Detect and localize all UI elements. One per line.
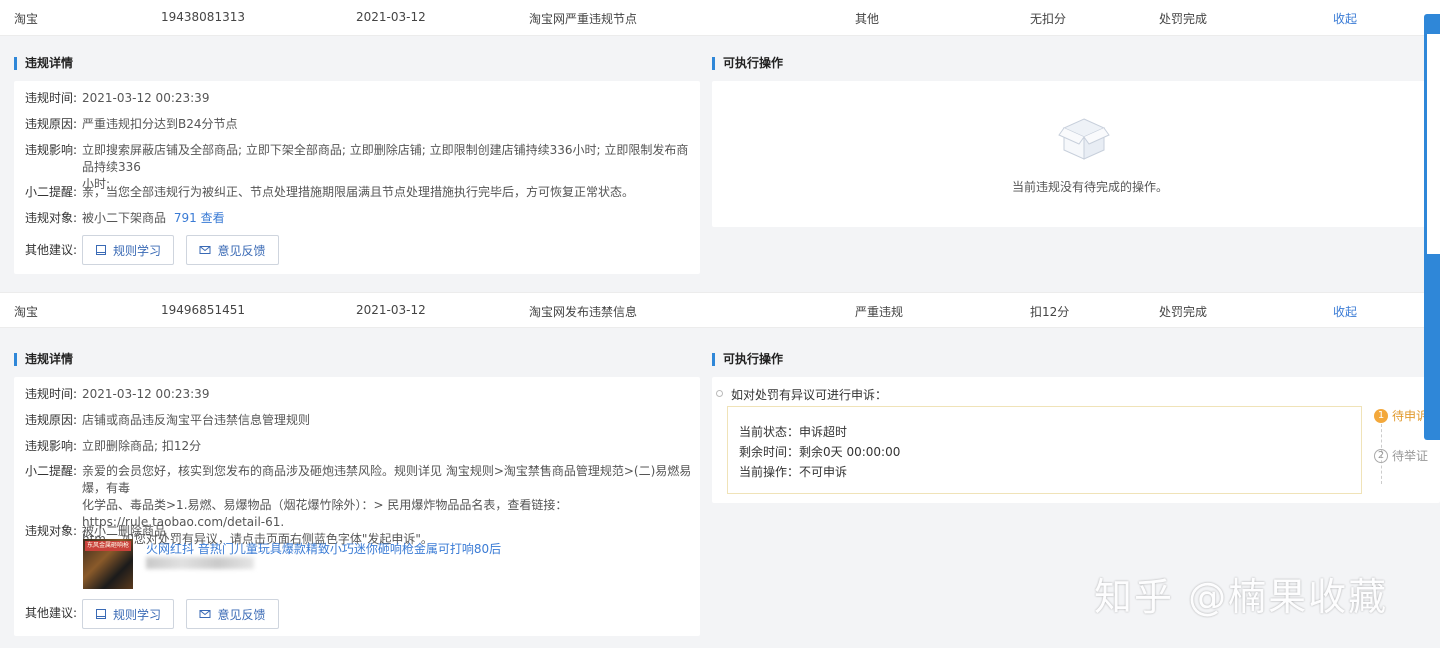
field-label: 违规原因: [25,117,78,131]
violation-time: 违规时间: 2021-03-12 00:23:39 [25,90,209,107]
collapse-link[interactable]: 收起 [1333,303,1357,320]
field-value-line: 化学品、毒品类>1.易燃、易爆物品（烟花爆竹除外）：> 民用爆炸物品品名表，查看… [82,498,568,529]
field-value: 被小二删除商品 [82,524,167,538]
field-value: 严重违规扣分达到B24分节点 [82,117,238,131]
field-value: 立即删除商品; 扣12分 [82,439,202,453]
appeal-remaining: 剩余时间：剩余0天 00:00:00 [739,445,901,459]
appeal-status: 当前状态：申诉超时 [739,425,848,439]
view-items-link[interactable]: 791 查看 [174,210,225,227]
field-label: 其他建议: [25,606,78,620]
field-value: 亲，当您全部违规行为被纠正、节点处理措施期限届满且节点处理措施执行完毕后，方可恢… [82,185,635,199]
product-thumbnail[interactable]: 东风金属砸响枪 [83,539,133,589]
field-label: 其他建议: [25,243,78,257]
field-value: 被小二下架商品 [82,211,167,225]
side-panel[interactable] [1424,14,1440,440]
detail-section-title: 违规详情 [14,353,73,366]
step-pending-appeal: 1 待申诉 [1374,407,1428,424]
record-row-2: 淘宝 19496851451 2021-03-12 淘宝网发布违禁信息 严重违规… [0,292,1440,328]
rule-learning-button[interactable]: 规则学习 [82,599,174,629]
field-value-line: 亲爱的会员您好，核实到您发布的商品涉及砸炮违禁风险。规则详见 淘宝规则>淘宝禁售… [82,464,692,495]
suggestions-label: 其他建议: [25,242,82,259]
type-cell: 其他 [855,12,880,26]
violation-reason: 违规原因: 严重违规扣分达到B24分节点 [25,116,238,133]
empty-actions-text: 当前违规没有待完成的操作。 [1012,180,1169,194]
field-label: 小二提醒: [25,185,78,199]
date-cell: 2021-03-12 [356,303,426,317]
redacted-text [146,557,254,569]
rule-learning-button[interactable]: 规则学习 [82,235,174,265]
id-cell: 19438081313 [161,10,245,24]
watermark: 知乎 @楠果收藏 [1094,575,1389,619]
field-label: 违规对象: [25,524,78,538]
violation-target: 违规对象: 被小二删除商品 [25,523,166,540]
points-cell: 无扣分 [1030,12,1067,26]
suggestions-label: 其他建议: [25,605,82,622]
book-icon [95,609,106,619]
status-cell: 处罚完成 [1159,12,1208,26]
step-number: 1 [1374,408,1388,423]
record-row-1: 淘宝 19438081313 2021-03-12 淘宝网严重违规节点 其他 无… [0,0,1440,36]
step-pending-evidence: 2 待举证 [1374,447,1428,464]
field-label: 违规时间: [25,387,78,401]
platform-cell: 淘宝 [14,12,39,26]
mail-icon [199,610,211,618]
step-label: 待举证 [1392,449,1429,463]
actions-section-title: 可执行操作 [712,57,783,70]
violation-time: 违规时间: 2021-03-12 00:23:39 [25,386,209,403]
book-icon [95,245,106,255]
button-label: 规则学习 [112,607,161,622]
button-label: 意见反馈 [217,243,266,258]
date-cell: 2021-03-12 [356,10,426,24]
empty-box-icon [1058,118,1110,160]
field-value: 2021-03-12 00:23:39 [82,91,210,105]
feedback-button[interactable]: 意见反馈 [186,599,279,629]
violation-impact: 违规影响: 立即删除商品; 扣12分 [25,438,201,455]
feedback-button[interactable]: 意见反馈 [186,235,279,265]
field-value-line: 立即搜索屏蔽店铺及全部商品; 立即下架全部商品; 立即删除店铺; 立即限制创建店… [82,143,689,174]
violation-target: 违规对象: 被小二下架商品 791 查看 [25,210,225,227]
staff-tip: 小二提醒: 亲，当您全部违规行为被纠正、节点处理措施期限届满且节点处理措施执行完毕… [25,184,634,201]
status-cell: 处罚完成 [1159,305,1208,319]
platform-cell: 淘宝 [14,305,39,319]
bullet-icon [716,390,723,397]
appeal-operation: 当前操作：不可申诉 [739,465,848,479]
detail-section-title: 违规详情 [14,57,73,70]
violation-reason: 违规原因: 店铺或商品违反淘宝平台违禁信息管理规则 [25,412,310,429]
id-cell: 19496851451 [161,303,245,317]
side-panel-content [1427,34,1440,254]
points-cell: 扣12分 [1030,305,1070,319]
field-value: 2021-03-12 00:23:39 [82,387,210,401]
rule-cell: 淘宝网严重违规节点 [529,12,638,26]
field-value: 店铺或商品违反淘宝平台违禁信息管理规则 [82,413,311,427]
appeal-prompt: 如对处罚有异议可进行申诉： [731,388,888,402]
field-label: 小二提醒: [25,464,78,478]
step-number: 2 [1374,448,1388,463]
field-label: 违规对象: [25,211,78,225]
field-label: 违规时间: [25,91,78,105]
product-title-link[interactable]: 火网红抖 音热门儿童玩具爆款精致小巧迷你砸响枪金属可打响80后 [146,540,501,557]
collapse-link[interactable]: 收起 [1333,10,1357,27]
field-label: 违规影响: [25,143,78,157]
button-label: 意见反馈 [217,607,266,622]
thumbnail-tag: 东风金属砸响枪 [85,541,131,551]
actions-section-title: 可执行操作 [712,353,783,366]
field-label: 违规原因: [25,413,78,427]
step-label: 待申诉 [1392,409,1429,423]
mail-icon [199,246,211,254]
button-label: 规则学习 [112,243,161,258]
field-label: 违规影响: [25,439,78,453]
appeal-status-box: 当前状态：申诉超时 剩余时间：剩余0天 00:00:00 当前操作：不可申诉 [727,406,1362,494]
type-cell: 严重违规 [855,305,904,319]
rule-cell: 淘宝网发布违禁信息 [529,305,638,319]
